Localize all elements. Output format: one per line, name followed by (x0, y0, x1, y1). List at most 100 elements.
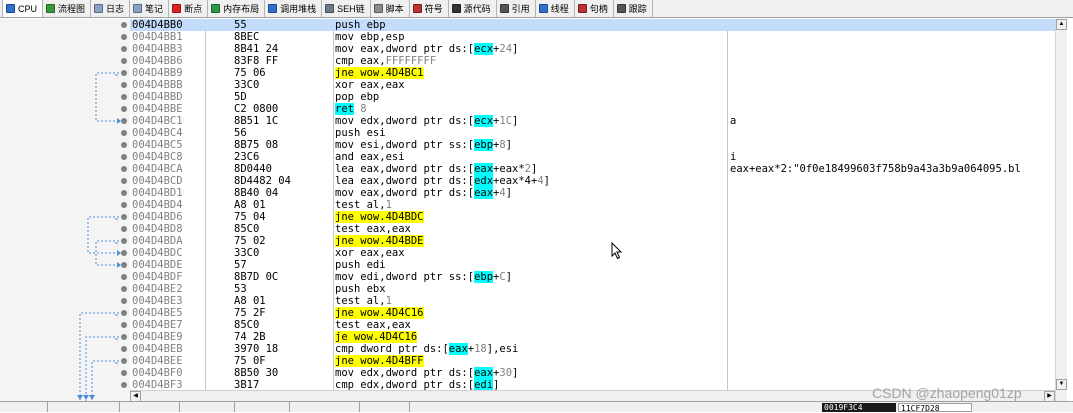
tab-graph[interactable]: 流程图 (43, 0, 92, 17)
dock-tab[interactable] (48, 402, 120, 412)
breakpoint-dot[interactable] (121, 34, 127, 40)
disasm-row[interactable]: 004D4BF0 8B50 30 mov edx,dword ptr ds:[eax… (130, 367, 1055, 379)
breakpoint-dot[interactable] (121, 154, 127, 160)
breakpoint-dot[interactable] (121, 346, 127, 352)
dock-tab[interactable] (120, 402, 180, 412)
breakpoint-dot[interactable] (121, 118, 127, 124)
disasm-row[interactable]: 004D4BE2 53 push ebx (130, 283, 1055, 295)
breakpoint-dot[interactable] (121, 46, 127, 52)
disasm-row[interactable]: 004D4BE5 75 2F jne wow.4D4C16 (130, 307, 1055, 319)
breakpoint-dot[interactable] (121, 250, 127, 256)
tab-source[interactable]: 源代码 (449, 0, 497, 17)
tab-trace[interactable]: 跟踪 (614, 0, 653, 17)
disasm-row[interactable]: 004D4BD6 75 04 jne wow.4D4BDC (130, 211, 1055, 223)
breakpoint-dot[interactable] (121, 58, 127, 64)
instruction: mov eax,dword ptr ds:[eax+4] (335, 187, 513, 199)
disasm-row[interactable]: 004D4BB9 75 06 jne wow.4D4BC1 (130, 67, 1055, 79)
breakpoint-dot[interactable] (121, 70, 127, 76)
tab-script[interactable]: 脚本 (371, 0, 410, 17)
dock-tab[interactable] (0, 402, 48, 412)
breakpoint-dot[interactable] (121, 202, 127, 208)
dock-tab[interactable] (360, 402, 410, 412)
disasm-row[interactable]: 004D4BBB 33C0 xor eax,eax (130, 79, 1055, 91)
disasm-row[interactable]: 004D4BCD 8D4482 04 lea eax,dword ptr ds:[e… (130, 175, 1055, 187)
disasm-row[interactable]: 004D4BD8 85C0 test eax,eax (130, 223, 1055, 235)
tab-log[interactable]: 日志 (91, 0, 131, 17)
breakpoint-dot[interactable] (121, 238, 127, 244)
address: 004D4BC8 (132, 151, 183, 163)
dock-tab[interactable] (290, 402, 360, 412)
disasm-row[interactable]: 004D4BD1 8B40 04 mov eax,dword ptr ds:[eax… (130, 187, 1055, 199)
instruction: cmp dword ptr ds:[eax+18],esi (335, 343, 519, 355)
breakpoint-dot[interactable] (121, 286, 127, 292)
instruction: mov esi,dword ptr ss:[ebp+8] (335, 139, 513, 151)
disasm-row[interactable]: 004D4BE3 A8 01 test al,1 (130, 295, 1055, 307)
disasm-row[interactable]: 004D4BDE 57 push edi (130, 259, 1055, 271)
tab-cpu[interactable]: CPU (2, 0, 44, 17)
opcode-bytes: 83F8 FF (234, 55, 279, 67)
breakpoint-dot[interactable] (121, 310, 127, 316)
tab-seh[interactable]: SEH链 (322, 0, 371, 17)
breakpoint-dot[interactable] (121, 226, 127, 232)
opcode-bytes: 8D4482 04 (234, 175, 291, 187)
scroll-down-button[interactable]: ▼ (1056, 379, 1067, 390)
breakpoint-dot[interactable] (121, 274, 127, 280)
disasm-row[interactable]: 004D4BB6 83F8 FF cmp eax,FFFFFFFF (130, 55, 1055, 67)
tab-threads[interactable]: 线程 (536, 0, 575, 17)
tab-references[interactable]: 引用 (497, 0, 536, 17)
disasm-row[interactable]: 004D4BC5 8B75 08 mov esi,dword ptr ss:[ebp… (130, 139, 1055, 151)
disasm-row[interactable]: 004D4BCA 8D0440 lea eax,dword ptr ds:[eax+… (130, 163, 1055, 175)
breakpoint-dot[interactable] (121, 22, 127, 28)
tab-handles[interactable]: 句柄 (575, 0, 614, 17)
address: 004D4BCD (132, 175, 183, 187)
disasm-row[interactable]: 004D4BE9 74 2B je wow.4D4C16 (130, 331, 1055, 343)
dock-tab[interactable] (235, 402, 290, 412)
breakpoint-dot[interactable] (121, 142, 127, 148)
breakpoint-dot[interactable] (121, 166, 127, 172)
disasm-row[interactable]: 004D4BC1 8B51 1C mov edx,dword ptr ds:[ecx… (130, 115, 1055, 127)
breakpoint-dot[interactable] (121, 370, 127, 376)
disasm-row[interactable]: 004D4BB3 8B41 24 mov eax,dword ptr ds:[ecx… (130, 43, 1055, 55)
breakpoint-dot[interactable] (121, 262, 127, 268)
disasm-row[interactable]: 004D4BC8 23C6 and eax,esi i (130, 151, 1055, 163)
watermark: CSDN @zhaopeng01zp (872, 385, 1022, 401)
disassembly-view[interactable]: 004D4BB0 55 push ebp 004D4BB1 8BEC mov ebp,es… (130, 19, 1055, 401)
disasm-row[interactable]: 004D4BBD 5D pop ebp (130, 91, 1055, 103)
opcode-bytes: A8 01 (234, 295, 266, 307)
scroll-up-button[interactable]: ▲ (1056, 19, 1067, 30)
disasm-row[interactable]: 004D4BDF 8B7D 0C mov edi,dword ptr ss:[ebp… (130, 271, 1055, 283)
breakpoint-dot[interactable] (121, 106, 127, 112)
breakpoint-dot[interactable] (121, 334, 127, 340)
breakpoint-dot[interactable] (121, 94, 127, 100)
breakpoint-dot[interactable] (121, 298, 127, 304)
disasm-row[interactable]: 004D4BB1 8BEC mov ebp,esp (130, 31, 1055, 43)
opcode-bytes: 75 02 (234, 235, 266, 247)
breakpoint-dot[interactable] (121, 382, 127, 388)
vertical-scrollbar[interactable]: ▲ ▼ (1055, 19, 1067, 401)
breakpoint-dot[interactable] (121, 178, 127, 184)
disasm-row[interactable]: 004D4BDC 33C0 xor eax,eax (130, 247, 1055, 259)
dock-tab[interactable] (180, 402, 235, 412)
disasm-row[interactable]: 004D4BEE 75 0F jne wow.4D4BFF (130, 355, 1055, 367)
disasm-row[interactable]: 004D4BDA 75 02 jne wow.4D4BDE (130, 235, 1055, 247)
tab-memory-map[interactable]: 内存布局 (208, 0, 266, 17)
tab-breakpoint[interactable]: 断点 (169, 0, 209, 17)
disasm-row[interactable]: 004D4BB0 55 push ebp (130, 19, 1055, 31)
opcode-bytes: 85C0 (234, 223, 260, 235)
disasm-row[interactable]: 004D4BC4 56 push esi (130, 127, 1055, 139)
tab-call-stack[interactable]: 调用堆栈 (265, 0, 323, 17)
tab-notes[interactable]: 笔记 (130, 0, 170, 17)
disasm-row[interactable]: 004D4BD4 A8 01 test al,1 (130, 199, 1055, 211)
trace-icon (616, 4, 626, 13)
breakpoint-dot[interactable] (121, 358, 127, 364)
breakpoint-dot[interactable] (121, 82, 127, 88)
breakpoint-dot[interactable] (121, 214, 127, 220)
address: 004D4BBB (132, 79, 183, 91)
breakpoint-dot[interactable] (121, 190, 127, 196)
tab-symbols[interactable]: 符号 (410, 0, 449, 17)
disasm-row[interactable]: 004D4BBE C2 0800 ret 8 (130, 103, 1055, 115)
breakpoint-dot[interactable] (121, 322, 127, 328)
disasm-row[interactable]: 004D4BE7 85C0 test eax,eax (130, 319, 1055, 331)
breakpoint-dot[interactable] (121, 130, 127, 136)
disasm-row[interactable]: 004D4BEB 3970 18 cmp dword ptr ds:[eax+18]… (130, 343, 1055, 355)
